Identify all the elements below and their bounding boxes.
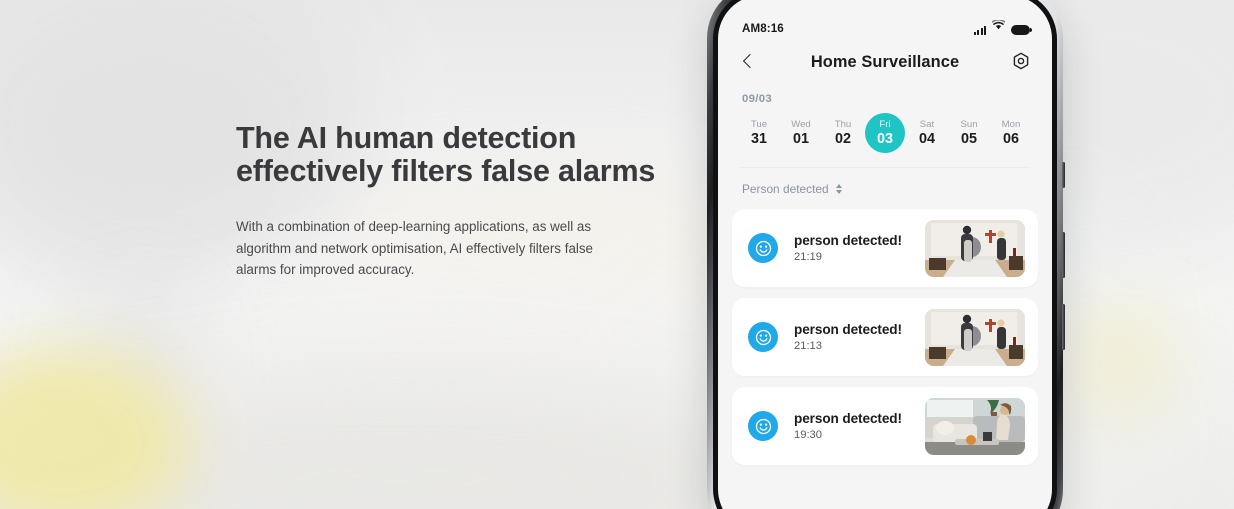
event-thumbnail[interactable]	[925, 219, 1025, 277]
list-item[interactable]: person detected! 21:19	[732, 209, 1038, 287]
date-cell-number: 31	[750, 130, 767, 147]
event-text: person detected! 19:30	[794, 411, 925, 441]
status-bar: AM8:16	[718, 0, 1052, 39]
page-title: The AI human detection effectively filte…	[236, 121, 656, 188]
sort-updown-icon[interactable]	[835, 184, 842, 194]
date-cell-02[interactable]: Thu 02	[823, 113, 863, 153]
phone-power-button[interactable]	[1062, 304, 1065, 350]
list-item[interactable]: person detected! 21:13	[732, 298, 1038, 376]
date-cell-weekday: Wed	[791, 118, 811, 130]
date-cell-number: 06	[1002, 130, 1019, 147]
event-title: person detected!	[794, 411, 902, 426]
date-cell-05[interactable]: Sun 05	[949, 113, 989, 153]
battery-full-icon	[1011, 25, 1033, 35]
background-blur-yellow-accent	[1060, 300, 1180, 420]
phone-screen: AM8:16 Home Surveillance 09/03 Tue 31 We…	[718, 0, 1052, 509]
date-cell-weekday: Sat	[919, 118, 935, 130]
date-cell-weekday: Tue	[750, 118, 768, 130]
date-cell-04[interactable]: Sat 04	[907, 113, 947, 153]
list-item[interactable]: person detected! 19:30	[732, 387, 1038, 465]
event-title: person detected!	[794, 233, 902, 248]
hex-nut-settings-icon[interactable]	[1010, 51, 1032, 73]
date-cell-weekday: Fri	[879, 118, 891, 130]
status-bar-icons	[974, 17, 1033, 35]
date-cell-number: 05	[960, 130, 977, 147]
date-cell-number: 02	[834, 130, 851, 147]
smiley-face-icon	[748, 322, 778, 352]
smiley-face-icon	[748, 411, 778, 441]
date-cell-number: 04	[918, 130, 935, 147]
marketing-body-text: With a combination of deep-learning appl…	[236, 218, 594, 278]
app-title: Home Surveillance	[810, 52, 960, 71]
date-cell-weekday: Sun	[960, 118, 978, 130]
smiley-face-icon	[748, 233, 778, 263]
date-cell-number: 03	[876, 130, 893, 147]
event-timestamp: 21:13	[794, 340, 822, 352]
event-timestamp: 21:19	[794, 251, 822, 263]
app-header: Home Surveillance	[718, 39, 1052, 85]
event-thumbnail[interactable]	[925, 308, 1025, 366]
event-text: person detected! 21:19	[794, 233, 925, 263]
phone-mute-button[interactable]	[1062, 162, 1065, 188]
event-title: person detected!	[794, 322, 902, 337]
marketing-copy: The AI human detection effectively filte…	[236, 122, 676, 281]
event-list: person detected! 21:19 person detected! …	[718, 209, 1052, 465]
phone-mockup: AM8:16 Home Surveillance 09/03 Tue 31 We…	[707, 0, 1065, 509]
date-cell-06[interactable]: Mon 06	[991, 113, 1031, 153]
calendar-date-strip[interactable]: Tue 31 Wed 01 Thu 02 Fri 03 Sat 04 Sun 0…	[718, 109, 1052, 153]
phone-volume-up-button[interactable]	[1062, 232, 1065, 278]
date-cell-number: 01	[792, 130, 809, 147]
date-cell-weekday: Thu	[834, 118, 852, 130]
event-timestamp: 19:30	[794, 429, 822, 441]
date-cell-01[interactable]: Wed 01	[781, 113, 821, 153]
status-bar-clock: AM8:16	[742, 22, 784, 35]
event-thumbnail[interactable]	[925, 397, 1025, 455]
date-cell-weekday: Mon	[1001, 118, 1021, 130]
event-filter-dropdown[interactable]: Person detected	[718, 168, 1052, 209]
back-chevron-icon[interactable]	[740, 53, 758, 71]
signal-bars-icon	[974, 25, 986, 35]
event-filter-label: Person detected	[742, 182, 829, 196]
wifi-icon	[991, 17, 1006, 35]
promo-banner: The AI human detection effectively filte…	[0, 0, 1234, 509]
date-cell-03-selected[interactable]: Fri 03	[865, 113, 905, 153]
date-cell-31[interactable]: Tue 31	[739, 113, 779, 153]
event-text: person detected! 21:13	[794, 322, 925, 352]
calendar-month-label: 09/03	[742, 93, 773, 105]
